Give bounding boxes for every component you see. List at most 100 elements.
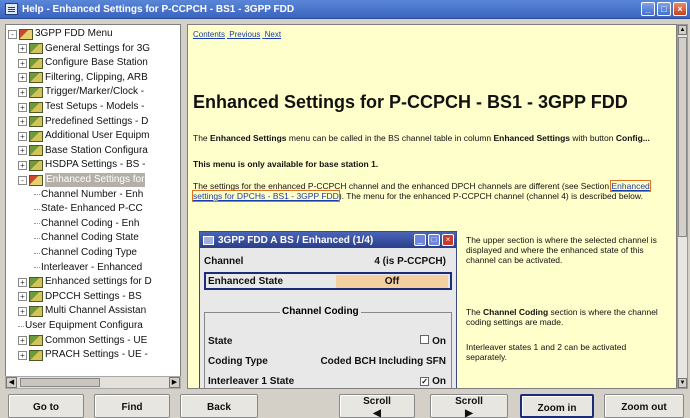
- tree-item[interactable]: State- Enhanced P-CC: [34, 202, 143, 216]
- tree-item[interactable]: - 3GPP FDD Menu: [8, 27, 113, 41]
- tree-item[interactable]: + Base Station Configura: [18, 144, 148, 158]
- checkbox-unchecked-icon[interactable]: [420, 335, 430, 344]
- tree-item[interactable]: + Filtering, Clipping, ARB: [18, 71, 148, 85]
- scroll-left-button[interactable]: Scroll ◀: [339, 394, 415, 418]
- tree-item-label: Base Station Configura: [45, 144, 148, 156]
- window-titlebar: Help - Enhanced Settings for P-CCPCH - B…: [0, 0, 690, 19]
- tree-item-label: Channel Coding - Enh: [41, 217, 140, 229]
- tree-item[interactable]: + Configure Base Station: [18, 56, 148, 70]
- enhanced-state-label: Enhanced State: [208, 275, 284, 287]
- scroll-down-arrow-icon[interactable]: ▼: [678, 378, 687, 388]
- dialog-title: 3GPP FDD A BS / Enhanced (1/4): [218, 234, 374, 246]
- coding-state-checkbox[interactable]: On: [420, 335, 446, 347]
- zoom-out-button[interactable]: Zoom out: [604, 394, 684, 418]
- enhanced-settings-dialog: 3GPP FDD A BS / Enhanced (1/4) _ □ × Cha…: [199, 231, 457, 388]
- tree-connector: [34, 252, 40, 254]
- dialog-close-icon[interactable]: ×: [442, 234, 454, 246]
- tree-item-label: General Settings for 3G: [45, 42, 151, 54]
- tree-item[interactable]: Channel Coding State: [34, 231, 139, 245]
- scrollbar-thumb[interactable]: [678, 37, 687, 237]
- coding-type-select[interactable]: Coded BCH Including SFN: [320, 356, 446, 367]
- collapse-icon[interactable]: -: [18, 175, 27, 185]
- help-nav-links: Contents Previous Next: [193, 30, 283, 39]
- dialog-icon: [203, 235, 214, 245]
- tree-item[interactable]: + Common Settings - UE: [18, 334, 147, 348]
- expand-icon[interactable]: +: [18, 146, 27, 156]
- scroll-right-arrow-icon[interactable]: ▶: [169, 377, 180, 388]
- scroll-up-arrow-icon[interactable]: ▲: [678, 25, 687, 35]
- expand-icon[interactable]: +: [18, 102, 27, 112]
- find-button[interactable]: Find: [94, 394, 170, 418]
- tree-item[interactable]: + Predefined Settings - D: [18, 115, 148, 129]
- tree-item[interactable]: + Trigger/Marker/Clock -: [18, 85, 144, 99]
- book-icon: [29, 116, 43, 128]
- tree-connector: [34, 208, 40, 210]
- base-station-note: This menu is only available for base sta…: [193, 159, 379, 169]
- interleaver-row: Interleaver 1 State ✓ On: [204, 372, 452, 388]
- expand-icon[interactable]: +: [18, 160, 27, 170]
- collapse-icon[interactable]: -: [8, 29, 17, 39]
- channel-row: Channel 4 (is P-CCPCH): [204, 252, 452, 270]
- expand-icon[interactable]: +: [18, 336, 27, 346]
- interleaver-checkbox[interactable]: ✓ On: [420, 376, 446, 387]
- intro-paragraph: The Enhanced Settings menu can be called…: [193, 133, 650, 143]
- goto-button[interactable]: Go to: [8, 394, 84, 418]
- tree-item-label: Filtering, Clipping, ARB: [45, 71, 148, 83]
- back-button[interactable]: Back: [180, 394, 258, 418]
- tree-item[interactable]: Channel Coding Type: [34, 246, 137, 260]
- tree-connector: [34, 194, 40, 196]
- expand-icon[interactable]: +: [18, 350, 27, 360]
- expand-icon[interactable]: +: [18, 117, 27, 127]
- expand-icon[interactable]: +: [18, 87, 27, 97]
- enhanced-state-row[interactable]: Enhanced State Off: [204, 272, 452, 290]
- tree-item[interactable]: + HSDPA Settings - BS -: [18, 158, 145, 172]
- help-app-icon: [5, 3, 18, 15]
- previous-link[interactable]: Previous: [229, 30, 260, 39]
- checkbox-checked-icon[interactable]: ✓: [420, 376, 430, 386]
- scroll-right-button[interactable]: Scroll ▶: [430, 394, 508, 418]
- close-icon[interactable]: ×: [673, 2, 687, 16]
- book-open-icon: [19, 28, 33, 40]
- minimize-icon[interactable]: _: [641, 2, 655, 16]
- tree-item[interactable]: + Additional User Equipm: [18, 129, 150, 143]
- tree-item[interactable]: Interleaver - Enhanced: [34, 261, 142, 275]
- expand-icon[interactable]: +: [18, 131, 27, 141]
- enhanced-state-select[interactable]: Off: [336, 275, 448, 288]
- tree-item[interactable]: + Test Setups - Models -: [18, 100, 144, 114]
- tree-item[interactable]: + Enhanced settings for D: [18, 275, 152, 289]
- scroll-left-arrow-icon[interactable]: ◀: [6, 377, 17, 388]
- expand-icon[interactable]: +: [18, 44, 27, 54]
- zoom-in-button[interactable]: Zoom in: [520, 394, 594, 418]
- book-icon: [29, 335, 43, 347]
- maximize-icon[interactable]: □: [657, 2, 671, 16]
- expand-icon[interactable]: +: [18, 277, 27, 287]
- content-vertical-scrollbar[interactable]: ▲ ▼: [677, 24, 688, 389]
- tree-item[interactable]: Channel Coding - Enh: [34, 217, 139, 231]
- expand-icon[interactable]: +: [18, 73, 27, 83]
- tree-item[interactable]: + Multi Channel Assistan: [18, 304, 146, 318]
- book-icon: [29, 130, 43, 142]
- channel-coding-description: The Channel Coding section is where the …: [466, 307, 658, 327]
- help-contents-tree[interactable]: - 3GPP FDD Menu + General Settings for 3G + C…: [5, 24, 181, 388]
- expand-icon[interactable]: +: [18, 292, 27, 302]
- expand-icon[interactable]: +: [18, 306, 27, 316]
- dialog-minimize-icon[interactable]: _: [414, 234, 426, 246]
- book-icon: [29, 86, 43, 98]
- expand-icon[interactable]: +: [18, 58, 27, 68]
- contents-link[interactable]: Contents: [193, 30, 225, 39]
- tree-item[interactable]: - Enhanced Settings for: [18, 173, 146, 187]
- tree-item-label: Trigger/Marker/Clock -: [45, 86, 145, 98]
- tree-horizontal-scrollbar[interactable]: ◀ ▶: [5, 376, 181, 389]
- tree-item-label: Test Setups - Models -: [45, 101, 145, 112]
- tree-item[interactable]: + PRACH Settings - UE -: [18, 348, 148, 362]
- tree-item[interactable]: + General Settings for 3G: [18, 42, 150, 56]
- channel-label: Channel: [204, 255, 244, 267]
- scrollbar-thumb[interactable]: [20, 378, 100, 387]
- tree-item[interactable]: + DPCCH Settings - BS: [18, 290, 142, 304]
- tree-item-label: User Equipment Configura: [25, 320, 143, 331]
- tree-item[interactable]: User Equipment Configura: [18, 319, 143, 333]
- coding-type-row: Coding Type Coded BCH Including SFN: [204, 352, 452, 370]
- next-link[interactable]: Next: [265, 30, 281, 39]
- dialog-maximize-icon[interactable]: □: [428, 234, 440, 246]
- tree-item[interactable]: Channel Number - Enh: [34, 188, 143, 202]
